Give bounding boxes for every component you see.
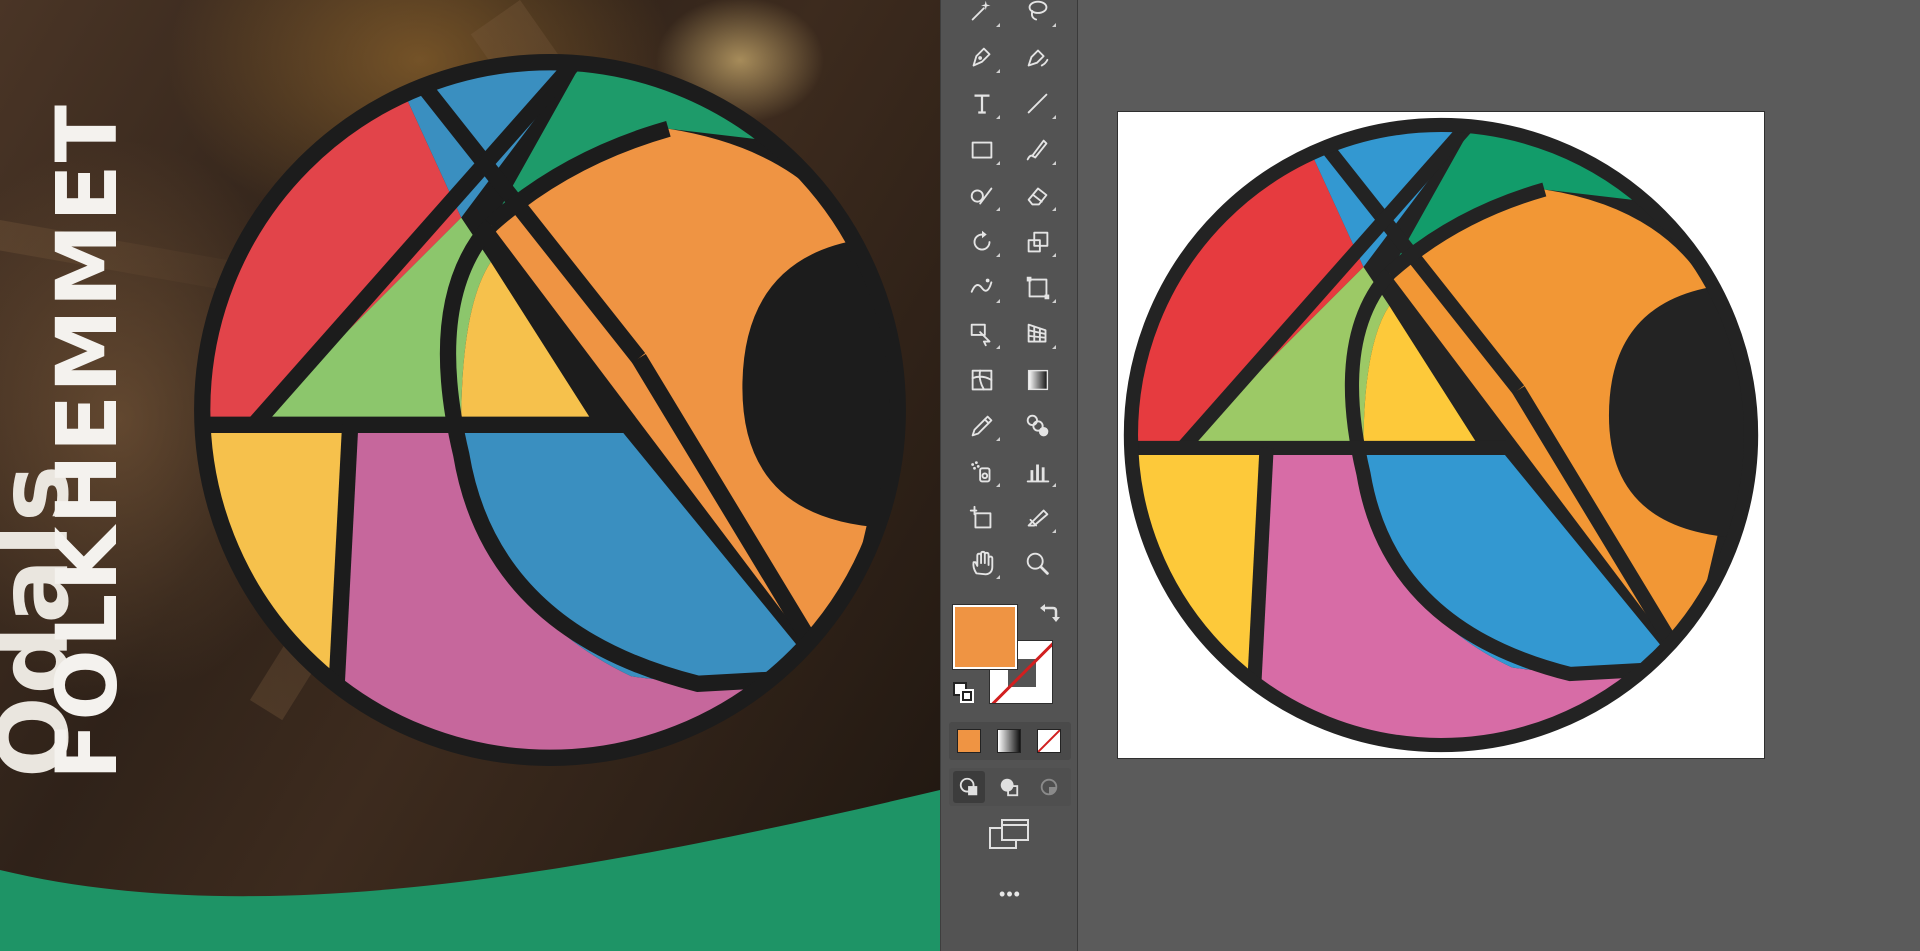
lasso-tool[interactable]	[1018, 0, 1058, 30]
symbol-sprayer-icon	[971, 461, 991, 483]
curvature-icon	[1027, 49, 1049, 67]
tool-flyout-indicator	[1052, 115, 1056, 119]
tool-flyout-indicator	[996, 23, 1000, 27]
tool-flyout-indicator	[996, 253, 1000, 257]
zoom-tool[interactable]	[1018, 546, 1058, 582]
column-graph-tool[interactable]	[1018, 454, 1058, 490]
artboard[interactable]	[1118, 112, 1764, 758]
tool-flyout-indicator	[996, 575, 1000, 579]
tool-flyout-indicator	[996, 115, 1000, 119]
line-segment-tool[interactable]	[1018, 86, 1058, 122]
free-transform-tool[interactable]	[1018, 270, 1058, 306]
tools-panel: •••	[940, 0, 1078, 951]
poster-title-line2: FOLKHEMMET	[38, 103, 136, 780]
free-transform-icon	[1026, 276, 1050, 300]
eyedropper-tool[interactable]	[962, 408, 1002, 444]
draw-mode-row	[949, 768, 1071, 806]
draw-inside-icon[interactable]	[1033, 771, 1065, 803]
warp-icon	[970, 278, 993, 293]
tool-flyout-indicator	[1052, 207, 1056, 211]
default-fill-stroke-icon[interactable]	[953, 682, 975, 704]
poster-logo	[194, 54, 906, 766]
tool-flyout-indicator	[1052, 161, 1056, 165]
poster-preview: Ödals FOLKHEMMET	[0, 0, 940, 951]
tool-flyout-indicator	[996, 483, 1000, 487]
slice-tool[interactable]	[1018, 500, 1058, 536]
shaper-icon	[970, 187, 993, 205]
color-mode-row	[949, 722, 1071, 760]
tool-flyout-indicator	[1052, 299, 1056, 303]
gradient-button[interactable]	[993, 725, 1025, 757]
tool-flyout-indicator	[996, 161, 1000, 165]
blend-icon	[1026, 414, 1049, 437]
tool-flyout-indicator	[996, 69, 1000, 73]
hand-icon	[972, 550, 994, 576]
curvature-tool[interactable]	[1018, 40, 1058, 76]
column-graph-icon	[1026, 464, 1050, 483]
symbol-sprayer-tool[interactable]	[962, 454, 1002, 490]
magic-wand-icon	[971, 0, 991, 21]
none-button[interactable]	[1033, 725, 1065, 757]
tool-flyout-indicator	[1052, 529, 1056, 533]
change-screen-mode-icon[interactable]	[988, 818, 1032, 852]
scale-tool[interactable]	[1018, 224, 1058, 260]
color-button[interactable]	[953, 725, 985, 757]
pen-tool[interactable]	[962, 40, 1002, 76]
perspective-grid-icon	[1027, 323, 1047, 343]
perspective-grid-tool[interactable]	[1018, 316, 1058, 352]
mesh-icon	[971, 369, 993, 391]
rectangle-tool[interactable]	[962, 132, 1002, 168]
artboard-tool[interactable]	[962, 500, 1002, 536]
shape-builder-icon	[970, 323, 991, 347]
mesh-tool[interactable]	[962, 362, 1002, 398]
draw-normal-icon[interactable]	[953, 771, 985, 803]
artboard-icon	[969, 505, 992, 529]
zoom-icon	[1026, 552, 1049, 575]
warp-tool[interactable]	[962, 270, 1002, 306]
artboard-logo[interactable]	[1118, 112, 1764, 758]
eraser-tool[interactable]	[1018, 178, 1058, 214]
type-icon	[974, 94, 990, 114]
document-canvas[interactable]	[1078, 0, 1920, 951]
tool-flyout-indicator	[996, 299, 1000, 303]
eyedropper-icon	[971, 415, 993, 437]
scale-icon	[1027, 231, 1049, 253]
magic-wand-tool[interactable]	[962, 0, 1002, 30]
paintbrush-tool[interactable]	[1018, 132, 1058, 168]
eraser-icon	[1027, 187, 1048, 206]
type-tool[interactable]	[962, 86, 1002, 122]
swap-fill-stroke-icon[interactable]	[1037, 602, 1061, 626]
rectangle-icon	[971, 141, 993, 159]
tool-flyout-indicator	[1052, 23, 1056, 27]
gradient-icon	[1027, 369, 1049, 391]
tool-flyout-indicator	[1052, 253, 1056, 257]
gradient-tool[interactable]	[1018, 362, 1058, 398]
slice-icon	[1027, 509, 1049, 527]
rotate-tool[interactable]	[962, 224, 1002, 260]
fill-color-swatch[interactable]	[952, 604, 1018, 670]
hand-tool[interactable]	[962, 546, 1002, 582]
blend-tool[interactable]	[1018, 408, 1058, 444]
line-segment-icon	[1027, 93, 1048, 114]
pen-icon	[972, 47, 991, 67]
rotate-icon	[973, 230, 991, 251]
tool-flyout-indicator	[996, 207, 1000, 211]
lasso-icon	[1028, 0, 1048, 21]
more-tools-button[interactable]: •••	[985, 884, 1035, 905]
tool-flyout-indicator	[996, 345, 1000, 349]
draw-behind-icon[interactable]	[993, 771, 1025, 803]
poster-title: Ödals FOLKHEMMET	[0, 0, 150, 951]
tool-flyout-indicator	[1052, 483, 1056, 487]
shape-builder-tool[interactable]	[962, 316, 1002, 352]
tool-flyout-indicator	[1052, 345, 1056, 349]
paintbrush-icon	[1026, 139, 1048, 161]
shaper-tool[interactable]	[962, 178, 1002, 214]
tool-flyout-indicator	[996, 437, 1000, 441]
